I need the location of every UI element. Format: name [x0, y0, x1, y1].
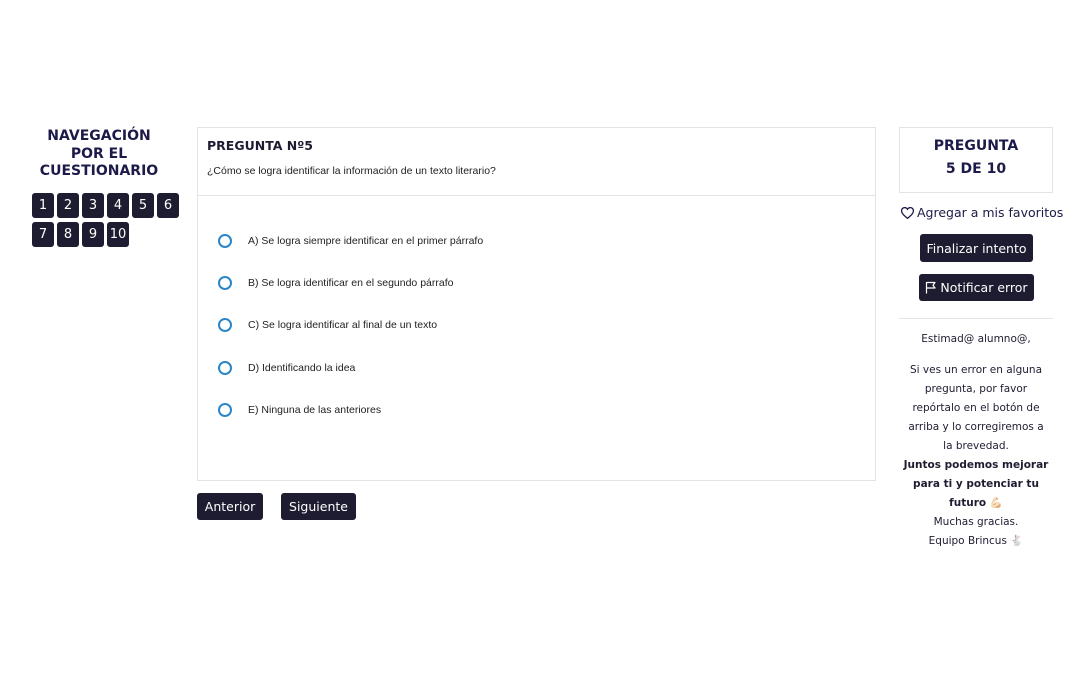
question-nav-button-7[interactable]: 7: [32, 222, 54, 247]
finish-attempt-button[interactable]: Finalizar intento: [920, 234, 1033, 262]
notice-bold-line: para ti y potenciar tu: [913, 478, 1039, 490]
option-label: B) Se logra identificar en el segundo pá…: [248, 277, 454, 289]
heart-icon: [901, 206, 914, 219]
add-to-favorites-link[interactable]: Agregar a mis favoritos: [901, 205, 1063, 220]
nav-title-line-1: NAVEGACIÓN: [47, 128, 151, 144]
option-label: E) Ninguna de las anteriores: [248, 404, 382, 416]
progress-count: 5 DE 10: [945, 161, 1007, 177]
notice-greeting: Estimad@ alumno@,: [921, 333, 1031, 345]
notice-thanks: Muchas gracias.: [933, 516, 1019, 528]
option-label: A) Se logra siempre identificar en el pr…: [248, 235, 484, 247]
option-label: C) Se logra identificar al final de un t…: [248, 319, 438, 331]
question-text: ¿Cómo se logra identificar la informació…: [207, 165, 496, 177]
option-c[interactable]: C) Se logra identificar al final de un t…: [218, 318, 437, 332]
report-error-button[interactable]: Notificar error: [919, 274, 1034, 301]
question-nav-button-4[interactable]: 4: [107, 193, 129, 218]
notice-line: pregunta, por favor: [924, 383, 1028, 395]
question-nav-button-6[interactable]: 6: [157, 193, 179, 218]
option-b[interactable]: B) Se logra identificar en el segundo pá…: [218, 276, 453, 290]
radio-button[interactable]: [218, 276, 232, 290]
previous-button[interactable]: Anterior: [197, 493, 263, 520]
nav-title: NAVEGACIÓN POR EL CUESTIONARIO: [34, 128, 164, 181]
nav-title-line-3: CUESTIONARIO: [39, 163, 159, 179]
flag-icon: [926, 281, 937, 294]
notice-line: repórtalo en el botón de: [912, 402, 1040, 414]
notice-line: la brevedad.: [943, 440, 1009, 452]
option-d[interactable]: D) Identificando la idea: [218, 361, 355, 375]
question-progress: PREGUNTA 5 DE 10: [899, 127, 1053, 193]
report-error-label: Notificar error: [940, 280, 1028, 295]
notice-line: Si ves un error en alguna: [909, 364, 1043, 376]
question-nav-button-2[interactable]: 2: [57, 193, 79, 218]
divider: [899, 318, 1053, 319]
question-nav-button-10[interactable]: 10: [107, 222, 129, 247]
progress-label: PREGUNTA: [933, 138, 1019, 154]
answer-options: A) Se logra siempre identificar en el pr…: [197, 196, 876, 481]
notice-bold-line: Juntos podemos mejorar: [903, 459, 1049, 471]
question-nav-button-8[interactable]: 8: [57, 222, 79, 247]
notice-signature: Equipo Brincus 🐇: [928, 535, 1024, 547]
question-number: PREGUNTA Nº5: [207, 138, 313, 153]
question-nav-grid: 1 2 3 4 5 6 7 8 9 10: [32, 193, 184, 247]
question-nav-button-5[interactable]: 5: [132, 193, 154, 218]
question-nav-button-9[interactable]: 9: [82, 222, 104, 247]
radio-button[interactable]: [218, 361, 232, 375]
question-header: PREGUNTA Nº5 ¿Cómo se logra identificar …: [197, 127, 876, 196]
notice-line: arriba y lo corregiremos a: [908, 421, 1044, 433]
notice-panel: Estimad@ alumno@, Si ves un error en alg…: [899, 330, 1053, 551]
radio-button[interactable]: [218, 234, 232, 248]
nav-title-line-2: POR EL: [70, 145, 128, 162]
question-nav-button-1[interactable]: 1: [32, 193, 54, 218]
next-button[interactable]: Siguiente: [281, 493, 356, 520]
notice-bold-line: futuro 💪🏻: [949, 497, 1003, 509]
favorites-label: Agregar a mis favoritos: [917, 205, 1064, 220]
question-nav-button-3[interactable]: 3: [82, 193, 104, 218]
radio-button[interactable]: [218, 403, 232, 417]
option-e[interactable]: E) Ninguna de las anteriores: [218, 403, 381, 417]
radio-button[interactable]: [218, 318, 232, 332]
option-a[interactable]: A) Se logra siempre identificar en el pr…: [218, 234, 483, 248]
option-label: D) Identificando la idea: [248, 362, 356, 374]
